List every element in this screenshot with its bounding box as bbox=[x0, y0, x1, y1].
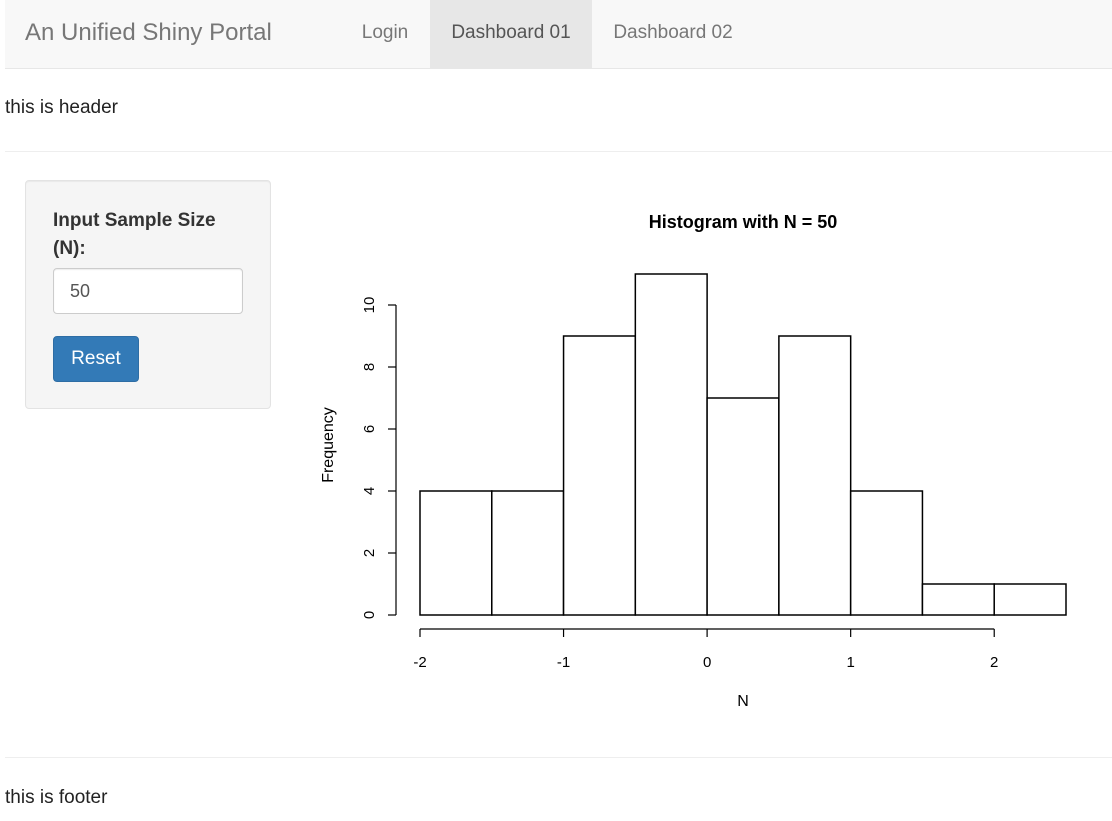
histogram-bar bbox=[419, 490, 493, 616]
y-tick-label: 8 bbox=[361, 363, 378, 371]
histogram-bar bbox=[921, 583, 995, 616]
histogram-bar bbox=[706, 397, 780, 616]
y-axis: 0 2 4 6 8 10 bbox=[361, 297, 397, 619]
histogram-plot: Histogram with N = 50 N Frequency -2 -1 0 1… bbox=[320, 212, 1067, 710]
histogram-bar bbox=[491, 490, 565, 616]
histogram-bar bbox=[993, 583, 1067, 616]
chart-title: Histogram with N = 50 bbox=[649, 212, 838, 232]
histogram-bar bbox=[849, 490, 924, 616]
x-tick-label: -1 bbox=[557, 654, 570, 671]
x-tick-label: 0 bbox=[703, 654, 711, 671]
y-axis-label: Frequency bbox=[320, 407, 337, 483]
x-axis-label: N bbox=[737, 693, 749, 710]
histogram-bar bbox=[778, 335, 852, 616]
footer-divider bbox=[5, 757, 1112, 758]
y-tick-label: 0 bbox=[361, 611, 378, 619]
histogram-bar bbox=[634, 273, 708, 616]
y-tick-label: 4 bbox=[361, 487, 378, 495]
y-tick-label: 6 bbox=[361, 425, 378, 433]
x-tick-label: -2 bbox=[413, 654, 426, 671]
x-tick-label: 2 bbox=[990, 654, 998, 671]
y-tick-label: 10 bbox=[361, 297, 378, 314]
histogram-bar bbox=[562, 335, 637, 616]
x-tick-label: 1 bbox=[846, 654, 854, 671]
x-axis: -2 -1 0 1 2 bbox=[413, 628, 998, 671]
y-tick-label: 2 bbox=[361, 549, 378, 557]
footer-text: this is footer bbox=[5, 787, 108, 808]
histogram-bars bbox=[419, 273, 1067, 616]
